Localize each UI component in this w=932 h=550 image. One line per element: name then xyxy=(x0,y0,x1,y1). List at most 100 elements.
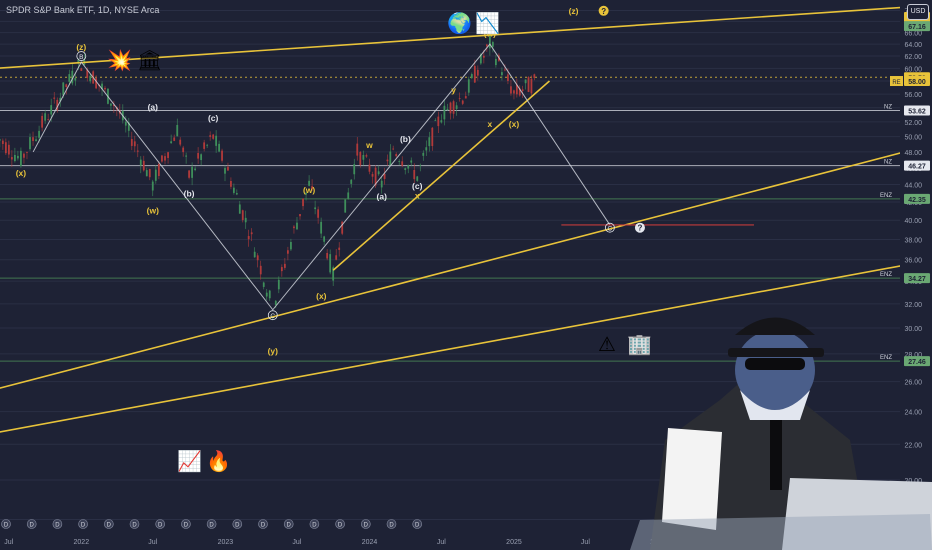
candle-body xyxy=(133,141,136,147)
candle-body xyxy=(124,121,127,126)
candle-body xyxy=(482,55,485,58)
event-markers: DDDDDDDDDDDDDDDDD xyxy=(1,519,423,529)
candle-body xyxy=(287,250,289,254)
y-tick-label: 66.00 xyxy=(904,31,922,38)
candle-body xyxy=(458,98,461,100)
price-chart[interactable]: (z)B(x)(a)(c)(b)(w)(w)(x)C(y)w(b)(a)(c)x… xyxy=(0,0,932,550)
candle-body xyxy=(151,181,154,191)
price-label: 27.46 xyxy=(908,359,926,366)
y-tick-label: 50.00 xyxy=(904,135,922,142)
candle-body xyxy=(530,78,533,94)
price-label: 46.27 xyxy=(908,164,926,171)
y-tick-label: 26.00 xyxy=(904,380,922,387)
candle-body xyxy=(359,152,362,166)
level-tag: NZ xyxy=(884,160,892,166)
candle-body xyxy=(110,103,112,106)
candle-body xyxy=(250,232,253,235)
candle-body xyxy=(182,147,185,153)
x-tick-label: Jul xyxy=(437,539,446,546)
candle-body xyxy=(164,156,166,161)
candle-body xyxy=(380,180,383,188)
candle-body xyxy=(14,154,16,162)
level-tag: ENZ xyxy=(880,193,892,199)
candle-body xyxy=(353,164,356,175)
candle-body xyxy=(320,221,323,234)
event-marker-label: D xyxy=(415,523,420,529)
event-marker-label: D xyxy=(81,523,86,529)
wave-label: w xyxy=(365,140,373,150)
candle-body xyxy=(38,130,40,138)
candle-body xyxy=(0,139,1,141)
candle-body xyxy=(7,144,10,155)
candle-body xyxy=(256,255,259,261)
candle-body xyxy=(464,96,467,99)
candle-body xyxy=(527,77,530,92)
candle-body xyxy=(362,155,365,160)
question-mark: ? xyxy=(638,224,643,233)
candle-body xyxy=(280,267,283,272)
candle-body xyxy=(235,193,238,195)
candle-body xyxy=(470,74,473,79)
wave-path xyxy=(32,43,754,311)
candle-body xyxy=(326,252,329,259)
level-tag: ENZ xyxy=(880,355,892,361)
candle-body xyxy=(142,160,145,171)
candle-body xyxy=(23,153,25,158)
candle-body xyxy=(4,142,7,154)
candle-body xyxy=(188,170,190,178)
candle-body xyxy=(247,236,250,240)
candle-body xyxy=(32,137,34,141)
chart-title: SPDR S&P Bank ETF, 1D, NYSE Arca xyxy=(6,5,160,15)
candle-body xyxy=(467,79,470,93)
wave-label: (a) xyxy=(148,102,159,112)
candle-body xyxy=(209,135,212,137)
candle-body xyxy=(437,116,440,127)
candle-body xyxy=(262,282,265,287)
x-tick-label: Jul xyxy=(148,539,157,546)
wave-label: (y) xyxy=(268,346,279,356)
event-marker-label: D xyxy=(235,523,240,529)
y-tick-label: 36.00 xyxy=(904,258,922,265)
candle-body xyxy=(157,163,160,176)
currency-badge[interactable]: USD xyxy=(907,4,929,20)
candle-body xyxy=(398,161,401,162)
candle-body xyxy=(244,217,247,223)
candle-body xyxy=(200,154,203,161)
candle-body xyxy=(395,154,398,157)
candle-body xyxy=(1,140,4,144)
candle-body xyxy=(173,137,176,141)
y-tick-label: 38.00 xyxy=(904,237,922,244)
candle-body xyxy=(419,164,422,166)
candle-body xyxy=(268,290,271,299)
globe-icon: 🌍 xyxy=(447,13,472,35)
chart-down-icon: 📉 xyxy=(475,13,500,35)
y-tick-label: 48.00 xyxy=(904,150,922,157)
wave-label: (z) xyxy=(569,6,579,16)
chart-up-icon: 📈 xyxy=(177,451,202,473)
candle-body xyxy=(413,170,416,180)
y-tick-label: 62.00 xyxy=(904,54,922,61)
wave-label: (z) xyxy=(76,42,86,52)
y-tick-label: 60.00 xyxy=(904,66,922,73)
wave-label: (x) xyxy=(16,168,27,178)
x-tick-label: 2023 xyxy=(218,539,234,546)
wave-label: (b) xyxy=(184,189,195,199)
candle-body xyxy=(377,171,380,175)
y-tick-label: 64.00 xyxy=(904,42,922,49)
candle-body xyxy=(259,265,262,275)
event-marker-label: D xyxy=(312,523,317,529)
candle-body xyxy=(53,97,56,99)
candle-body xyxy=(495,58,497,66)
wave-label: (a) xyxy=(377,191,388,201)
wave-label: B xyxy=(79,54,83,61)
candle-body xyxy=(485,44,488,47)
wave-label: (w) xyxy=(303,185,315,195)
wave-label: (c) xyxy=(208,113,219,123)
candle-body xyxy=(148,168,151,178)
candle-body xyxy=(533,74,536,78)
wave-polyline xyxy=(32,43,611,311)
candle-body xyxy=(215,135,218,146)
price-label: 58.00 xyxy=(908,79,926,86)
candle-body xyxy=(404,168,407,170)
candle-body xyxy=(104,87,106,90)
